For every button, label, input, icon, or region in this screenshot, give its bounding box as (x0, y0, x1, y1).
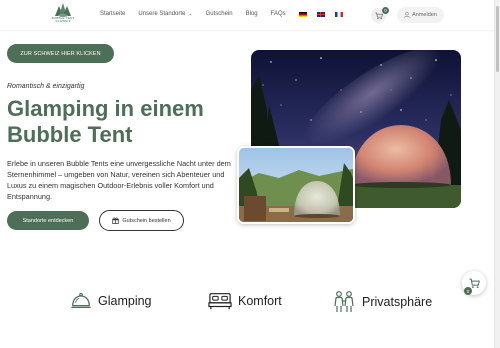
nav-startseite[interactable]: Startseite (100, 11, 125, 17)
site-header: BUBBLE TENT SCHWEIZ Startseite Unsere St… (0, 0, 494, 30)
feature-komfort: Komfort (208, 290, 282, 312)
discover-locations-button[interactable]: Standorte entdecken (7, 211, 89, 230)
feature-glamping: Glamping (70, 290, 152, 312)
hero-tagline: Romantisch & einzigartig (7, 83, 85, 90)
flag-uk-icon[interactable] (316, 11, 325, 17)
nav-standorte-label: Unsere Standorte (138, 11, 186, 17)
nav-blog[interactable]: Blog (246, 11, 258, 17)
switzerland-button[interactable]: ZUR SCHWEIZ HIER KLICKEN (7, 44, 114, 63)
cart-icon (374, 11, 383, 19)
couple-icon (334, 291, 354, 312)
hero-image-bubble-tent-day (237, 146, 355, 224)
page-scrollbar[interactable] (494, 0, 500, 348)
scrollbar-thumb[interactable] (496, 6, 499, 72)
feature-privatsphaere-label: Privatsphäre (362, 295, 433, 309)
nav-standorte[interactable]: Unsere Standorte ⌄ (138, 11, 192, 17)
order-voucher-button[interactable]: Gutschein bestellen (99, 210, 184, 231)
logo-text-line2: SCHWEIZ (55, 19, 71, 24)
nav-gutschein[interactable]: Gutschein (206, 11, 233, 17)
order-voucher-label: Gutschein bestellen (122, 217, 171, 224)
login-label: Anmelden (412, 12, 437, 18)
feature-komfort-label: Komfort (238, 294, 282, 308)
floating-cart-count-badge: 0 (464, 287, 472, 295)
hero-description: Erlebe in unseren Bubble Tents eine unve… (7, 159, 231, 201)
cart-count-badge: 0 (382, 7, 389, 14)
flag-fr-icon[interactable] (334, 11, 343, 17)
site-logo[interactable]: BUBBLE TENT SCHWEIZ (50, 3, 76, 27)
bed-icon (208, 293, 232, 310)
tree-logo-icon (55, 3, 71, 17)
nav-faqs[interactable]: FAQs (271, 11, 286, 17)
hero-headline: Glamping in einem Bubble Tent (7, 96, 204, 147)
chevron-down-icon: ⌄ (188, 11, 193, 17)
flag-de-icon[interactable] (298, 11, 307, 17)
login-button[interactable]: Anmelden (397, 7, 444, 23)
gift-icon (112, 217, 119, 224)
cloche-icon (71, 292, 91, 309)
feature-glamping-label: Glamping (98, 294, 152, 308)
feature-privatsphaere: Privatsphäre (332, 290, 432, 314)
main-nav: Startseite Unsere Standorte ⌄ Gutschein B… (100, 11, 353, 17)
user-icon (404, 12, 410, 18)
